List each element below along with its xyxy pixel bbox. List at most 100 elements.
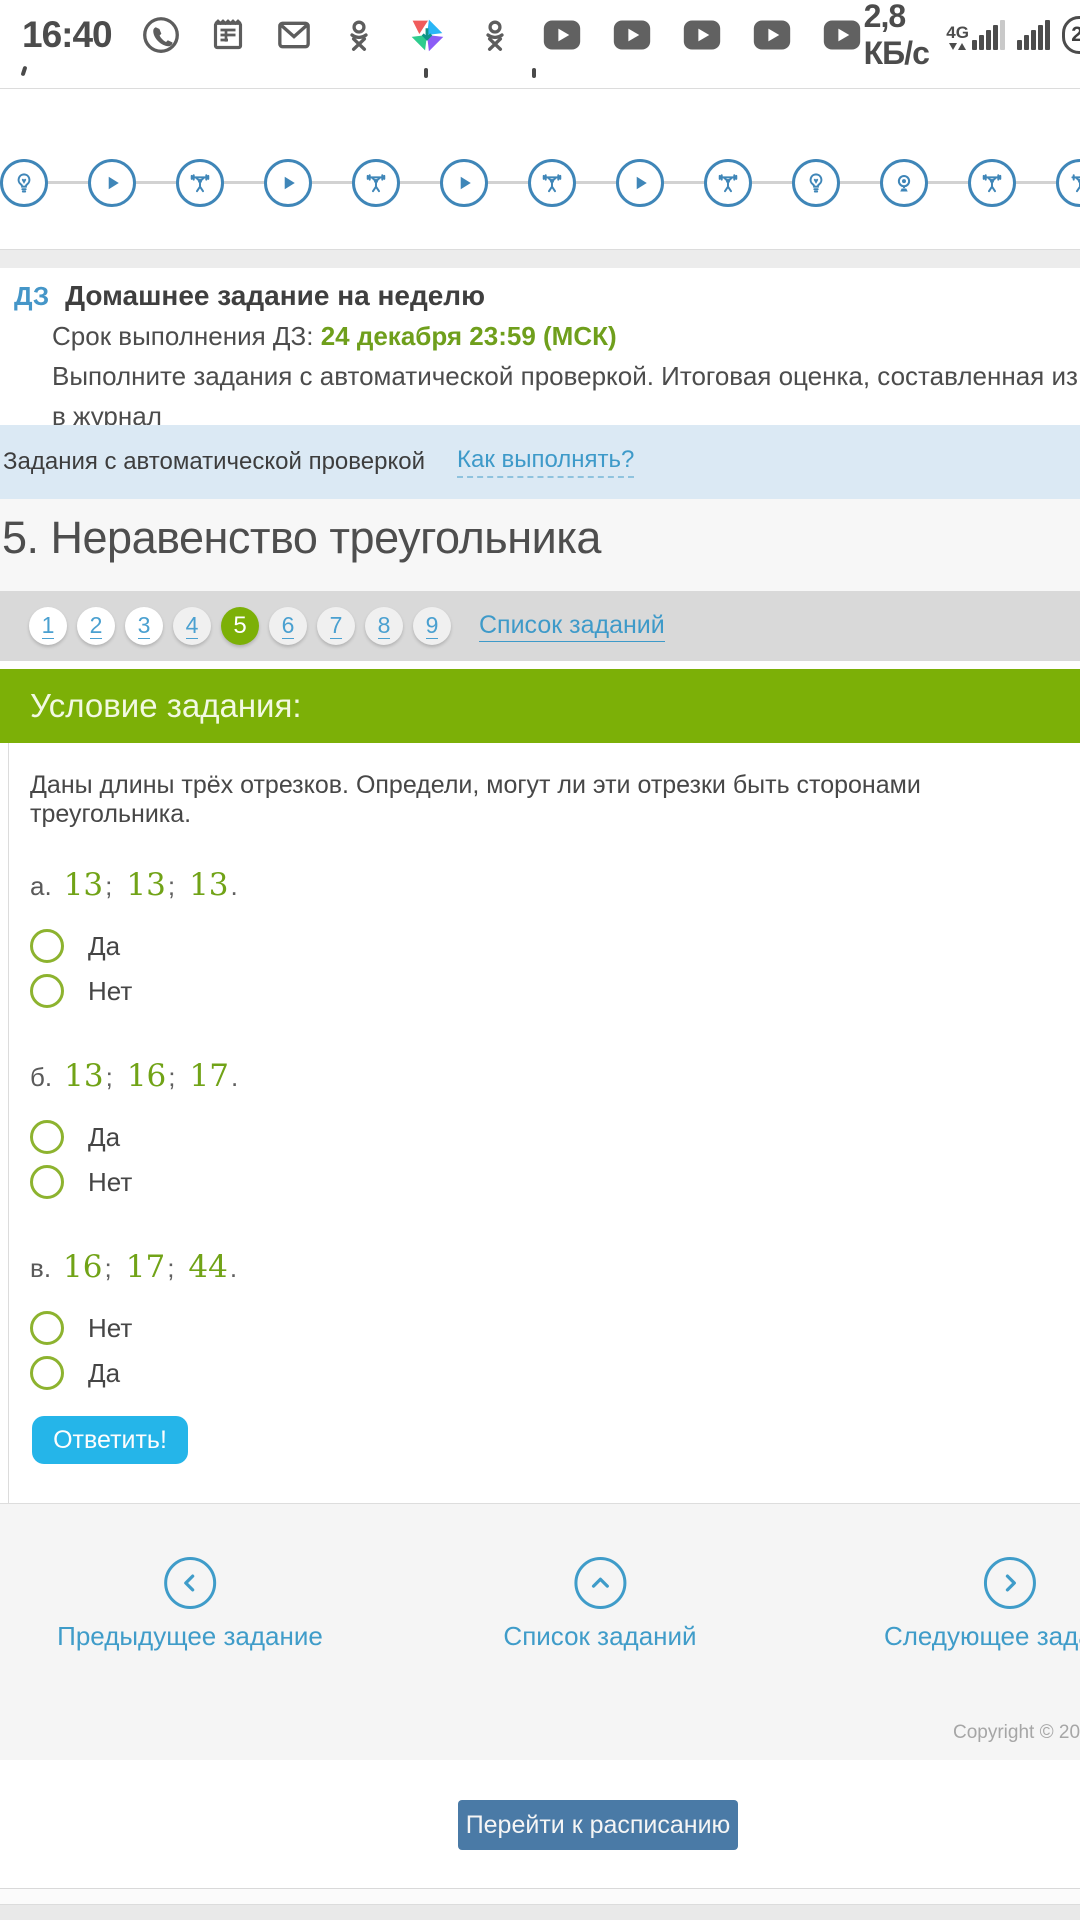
pagination-item-9[interactable]: 9 — [413, 607, 451, 645]
item-b-option-no-row: Нет — [30, 1165, 1080, 1199]
how-to-link[interactable]: Как выполнять? — [456, 446, 635, 478]
lesson-step-exercise-icon[interactable] — [704, 159, 752, 207]
radio-a-no[interactable] — [30, 974, 64, 1008]
mobile-signal-icon: 4G — [946, 20, 1005, 50]
item-a-number-3: 13 — [189, 867, 229, 903]
lesson-step-bulb-icon[interactable] — [792, 159, 840, 207]
question-text: Даны длины трёх отрезков. Определи, могу… — [30, 771, 921, 828]
radio-b-no-label[interactable]: Нет — [88, 1167, 132, 1198]
youtube-icon — [540, 15, 584, 55]
schedule-strip: Перейти к расписанию — [0, 1760, 1080, 1888]
item-a-label: а. — [30, 871, 52, 901]
lesson-step-bulb-icon[interactable] — [0, 159, 48, 207]
radio-a-no-label[interactable]: Нет — [88, 976, 132, 1007]
answer-button[interactable]: Ответить! — [32, 1416, 188, 1464]
pagination-item-7[interactable]: 7 — [317, 607, 355, 645]
radio-a-yes-label[interactable]: Да — [88, 931, 120, 962]
item-b-number-1: 13 — [64, 1058, 104, 1094]
pagination-item-2[interactable]: 2 — [77, 607, 115, 645]
clipped-text-row — [0, 60, 1080, 88]
separator: ; — [168, 1062, 176, 1092]
radio-v-yes[interactable] — [30, 1356, 64, 1390]
separator: ; — [167, 871, 176, 901]
lesson-step-play-icon[interactable] — [264, 159, 312, 207]
go-to-schedule-button[interactable]: Перейти к расписанию — [458, 1800, 738, 1850]
lesson-step-exercise-icon[interactable] — [528, 159, 576, 207]
pagination-item-5-active[interactable]: 5 — [221, 607, 259, 645]
lesson-step-exercise-icon[interactable] — [176, 159, 224, 207]
gmail-icon — [274, 15, 314, 55]
task-title: 5. Неравенство треугольника — [2, 512, 601, 563]
deadline-value: 24 декабря 23:59 (МСК) — [320, 321, 617, 351]
radio-v-yes-label[interactable]: Да — [88, 1358, 120, 1389]
separator: ; — [105, 871, 113, 901]
task-panel: Даны длины трёх отрезков. Определи, могу… — [8, 743, 1080, 1503]
lesson-step-exercise-icon[interactable] — [968, 159, 1016, 207]
separator: ; — [105, 1062, 113, 1092]
copyright-text: Copyright © 20 — [953, 1722, 1080, 1743]
terminator: . — [229, 1253, 238, 1283]
lesson-step-exercise-icon[interactable] — [1056, 159, 1080, 207]
separator: ; — [167, 1253, 175, 1283]
lesson-step-webcam-icon[interactable] — [880, 159, 928, 207]
radio-v-no[interactable] — [30, 1311, 64, 1345]
item-v-number-2: 17 — [125, 1249, 166, 1285]
clipped-text-fragment — [424, 68, 428, 78]
youtube-icon — [680, 15, 724, 55]
terminator: . — [230, 1062, 239, 1092]
radio-b-yes[interactable] — [30, 1120, 64, 1154]
clipped-text-fragment — [532, 68, 536, 78]
radio-a-yes[interactable] — [30, 929, 64, 963]
radio-b-no[interactable] — [30, 1165, 64, 1199]
section-gap — [0, 250, 1080, 268]
pagination-item-3[interactable]: 3 — [125, 607, 163, 645]
item-v-label: в. — [30, 1253, 52, 1283]
item-b-number-3: 17 — [189, 1058, 229, 1094]
pagination-item-1[interactable]: 1 — [29, 607, 67, 645]
lesson-step-play-icon[interactable] — [616, 159, 664, 207]
homework-block: ДЗ Домашнее задание на неделю Срок выпол… — [0, 268, 1080, 425]
next-task-label[interactable]: Следующее задание — [884, 1621, 1080, 1652]
signal-bars-icon — [1016, 20, 1050, 50]
separator: ; — [104, 1253, 112, 1283]
notes-icon — [208, 15, 248, 55]
pagination-item-8[interactable]: 8 — [365, 607, 403, 645]
chevron-right-icon — [983, 1557, 1036, 1609]
screen: 16:40 2,8 КБ/с 4G 2 ДЗ Домашнее задание … — [0, 0, 1080, 1920]
item-a-options: Да Нет — [30, 929, 1080, 1008]
task-list-button[interactable]: Список заданий — [503, 1557, 697, 1652]
item-v-number-1: 16 — [63, 1249, 103, 1285]
next-task-button[interactable]: Следующее задание — [884, 1557, 1080, 1652]
lesson-path — [0, 88, 1080, 250]
homework-description-line2: в журнал — [52, 401, 162, 425]
lesson-step-play-icon[interactable] — [440, 159, 488, 207]
lesson-step-exercise-icon[interactable] — [352, 159, 400, 207]
youtube-icon — [610, 15, 654, 55]
homework-title: Домашнее задание на неделю — [65, 280, 485, 311]
ok-icon — [476, 16, 514, 54]
download-arrow-icon — [949, 43, 958, 50]
task-list-label[interactable]: Список заданий — [503, 1621, 696, 1652]
radio-v-no-label[interactable]: Нет — [88, 1313, 132, 1344]
task-title-strip: 5. Неравенство треугольника — [0, 499, 1080, 591]
homework-badge: ДЗ — [14, 281, 50, 311]
status-bar: 16:40 2,8 КБ/с 4G 2 — [0, 0, 1080, 71]
pagination-item-6[interactable]: 6 — [269, 607, 307, 645]
clock: 16:40 — [22, 14, 113, 55]
prev-task-button[interactable]: Предыдущее задание — [57, 1557, 323, 1652]
item-b-options: Да Нет — [30, 1120, 1080, 1199]
radio-b-yes-label[interactable]: Да — [88, 1122, 120, 1153]
prev-task-label[interactable]: Предыдущее задание — [57, 1621, 323, 1652]
terminator: . — [230, 871, 238, 901]
youtube-icon — [820, 15, 864, 55]
battery-level: 24 — [1071, 23, 1080, 46]
lesson-step-play-icon[interactable] — [88, 159, 136, 207]
ok-icon — [340, 16, 378, 54]
pagination-item-4[interactable]: 4 — [173, 607, 211, 645]
item-v-options: Нет Да — [30, 1311, 1080, 1390]
notification-icons — [140, 12, 864, 58]
whatsapp-icon — [140, 14, 182, 56]
task-list-link[interactable]: Список заданий — [479, 611, 665, 642]
item-b-numbers-row: б. 13; 16; 17. — [30, 1058, 1080, 1094]
task-pagination: 1 2 3 4 5 6 7 8 9 Список заданий — [0, 591, 1080, 661]
